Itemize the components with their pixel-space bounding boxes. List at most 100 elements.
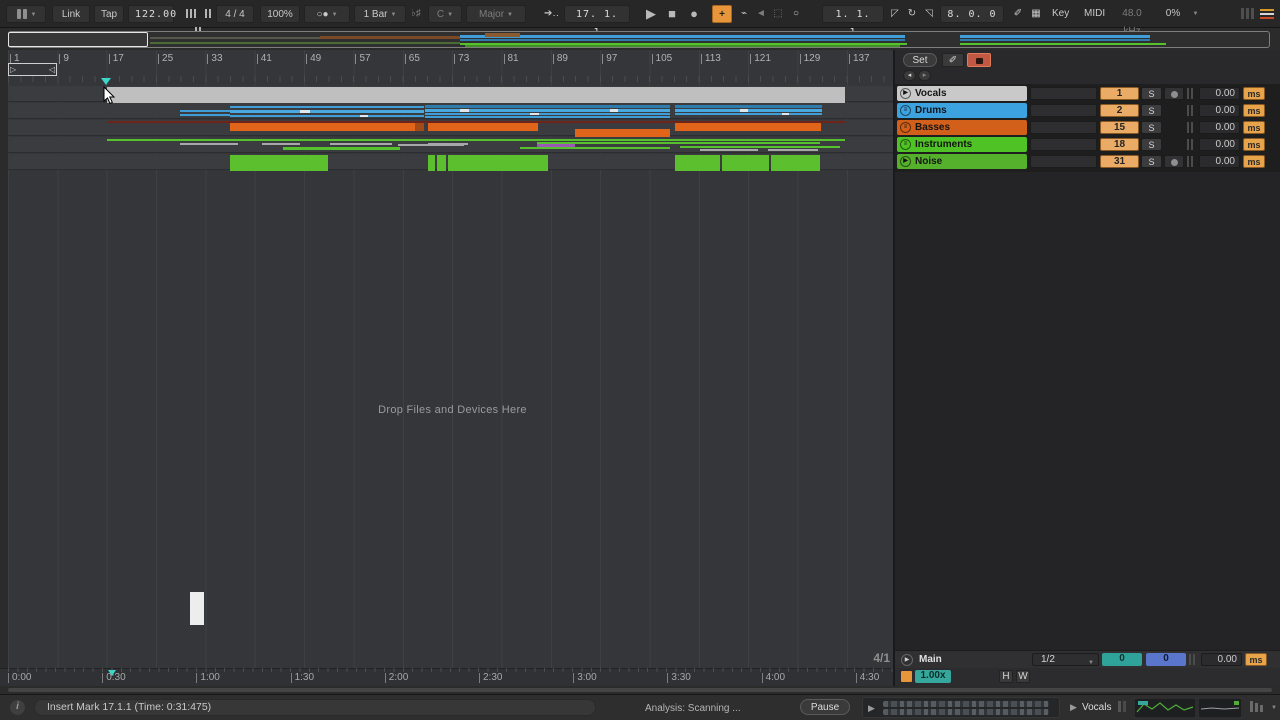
main-routing-chooser[interactable]: 1/2▼	[1032, 653, 1099, 666]
session-record-link-icon[interactable]: ⌁	[736, 5, 752, 23]
midi-note[interactable]	[330, 143, 392, 145]
track-name[interactable]: ≡Instruments	[897, 137, 1027, 152]
capture-midi-icon[interactable]: ⬚	[770, 5, 786, 23]
track-input-number[interactable]: 1	[1100, 87, 1139, 100]
midi-note[interactable]	[428, 143, 468, 145]
track-header-basses[interactable]: ≡Basses 15S 0.00ms	[895, 120, 1280, 136]
follow-button[interactable]: ➔‥	[538, 5, 562, 23]
key-scale-chooser[interactable]: Major▼	[466, 5, 526, 23]
chevron-down-icon[interactable]: ▼	[1188, 5, 1200, 23]
track-routing-box[interactable]	[1030, 104, 1097, 117]
instruments-clip[interactable]	[537, 142, 820, 144]
track-header-noise[interactable]: ▶Noise31S0.00ms	[895, 154, 1280, 170]
track-input-number[interactable]: 18	[1100, 138, 1139, 151]
midi-note[interactable]	[740, 109, 748, 112]
track-routing-box[interactable]	[1030, 155, 1097, 168]
instruments-clip[interactable]	[680, 146, 840, 148]
midi-keyboard-icon[interactable]	[901, 671, 912, 682]
midi-note[interactable]	[768, 149, 818, 151]
play-button[interactable]: ▶	[640, 5, 660, 23]
track-name[interactable]: ▶Noise	[897, 154, 1027, 169]
zoom-height-button[interactable]: H	[999, 670, 1013, 683]
overview-view-box[interactable]	[8, 32, 148, 47]
dragged-clip-ghost[interactable]	[190, 592, 204, 625]
track-delay-unit[interactable]: ms	[1243, 138, 1265, 151]
basses-clip[interactable]	[230, 123, 415, 131]
info-icon[interactable]: i	[10, 700, 25, 715]
track-delay-unit[interactable]: ms	[1243, 87, 1265, 100]
track-delay-field[interactable]: 0.00	[1199, 121, 1240, 134]
basses-clip[interactable]	[675, 123, 821, 131]
punch-in-icon[interactable]: ◸	[888, 5, 902, 23]
noise-clip[interactable]	[230, 155, 328, 171]
drums-clip[interactable]	[425, 105, 670, 108]
track-delay-unit[interactable]: ms	[1243, 121, 1265, 134]
lock-envelopes-button[interactable]	[967, 53, 991, 67]
midi-note[interactable]	[700, 149, 758, 151]
midi-note[interactable]	[782, 113, 789, 115]
track-delay-field[interactable]: 0.00	[1199, 87, 1240, 100]
horizontal-scrollbar[interactable]	[8, 688, 1272, 692]
drums-clip[interactable]	[230, 115, 424, 117]
track-header-drums[interactable]: ≡Drums2S0.00ms	[895, 103, 1280, 119]
key-signature-icon[interactable]: ♭♯	[408, 5, 424, 23]
noise-clip[interactable]	[428, 155, 435, 171]
quantization-chooser[interactable]: 1 Bar▼	[354, 5, 406, 23]
drums-clip[interactable]	[675, 113, 822, 115]
clip-preview[interactable]: ▶	[862, 697, 1060, 718]
midi-note[interactable]	[530, 113, 539, 115]
drums-clip[interactable]	[230, 110, 424, 113]
track-delay-field[interactable]: 0.00	[1199, 138, 1240, 151]
preview-track-chooser[interactable]: Vocals	[1082, 702, 1111, 713]
key-root-chooser[interactable]: C▼	[428, 5, 462, 23]
play-icon[interactable]: ▶	[900, 88, 911, 99]
pause-analysis-button[interactable]: Pause	[800, 699, 850, 715]
track-name[interactable]: ≡Drums	[897, 103, 1027, 118]
track-name[interactable]: ≡Basses	[897, 120, 1027, 135]
tempo-field[interactable]: 122.00	[128, 5, 174, 23]
menu-icon[interactable]	[1260, 7, 1276, 25]
drums-clip[interactable]	[180, 110, 230, 112]
loop-switch-icon[interactable]: ○	[788, 5, 804, 23]
drums-clip[interactable]	[675, 109, 822, 112]
time-signature-field[interactable]: 4 / 4	[216, 5, 254, 23]
fold-icon[interactable]: ≡	[900, 122, 911, 133]
computer-midi-keyboard-icon[interactable]: ▦	[1028, 5, 1044, 23]
vocals-clip[interactable]	[107, 87, 845, 103]
noise-clip[interactable]	[722, 155, 769, 171]
solo-button[interactable]: S	[1141, 87, 1162, 100]
main-delay-field[interactable]: 0.00	[1201, 653, 1242, 666]
draw-mode-icon[interactable]: ✐	[1010, 5, 1026, 23]
track-header-vocals[interactable]: ▶Vocals1S0.00ms	[895, 86, 1280, 102]
fold-icon[interactable]: ≡	[900, 105, 911, 116]
stop-button[interactable]: ■	[662, 5, 682, 23]
track-delay-field[interactable]: 0.00	[1199, 104, 1240, 117]
drums-clip[interactable]	[180, 114, 230, 116]
chooser-play-icon[interactable]: ▶	[1070, 702, 1077, 713]
main-volume-slider[interactable]: 0	[1146, 653, 1186, 666]
track-input-number[interactable]: 15	[1100, 121, 1139, 134]
chevron-down-icon[interactable]: ▼	[1271, 705, 1277, 711]
noise-clip[interactable]	[771, 155, 820, 171]
arm-button[interactable]	[1164, 87, 1184, 100]
noise-clip[interactable]	[448, 155, 548, 171]
link-button[interactable]: Link	[52, 5, 90, 23]
drums-clip[interactable]	[675, 105, 822, 108]
midi-note[interactable]	[360, 115, 368, 117]
groove-pool-icon[interactable]: ○●▼	[304, 5, 350, 23]
tap-tempo-button[interactable]: Tap	[94, 5, 124, 23]
record-button[interactable]: ●	[684, 5, 704, 23]
solo-button[interactable]: S	[1141, 121, 1162, 134]
drums-clip[interactable]	[425, 116, 670, 118]
arrangement-position-field[interactable]: 17. 1. 1	[564, 5, 630, 23]
metronome-icon[interactable]	[178, 5, 218, 23]
track-delay-unit[interactable]: ms	[1243, 155, 1265, 168]
device-thumbnail-1[interactable]	[1134, 698, 1196, 718]
solo-button[interactable]: S	[1141, 138, 1162, 151]
track-input-number[interactable]: 31	[1100, 155, 1139, 168]
track-delay-field[interactable]: 0.00	[1199, 155, 1240, 168]
noise-clip[interactable]	[675, 155, 720, 171]
basses-clip[interactable]	[575, 129, 670, 137]
track-delay-unit[interactable]: ms	[1243, 104, 1265, 117]
fold-icon[interactable]: ≡	[900, 139, 911, 150]
